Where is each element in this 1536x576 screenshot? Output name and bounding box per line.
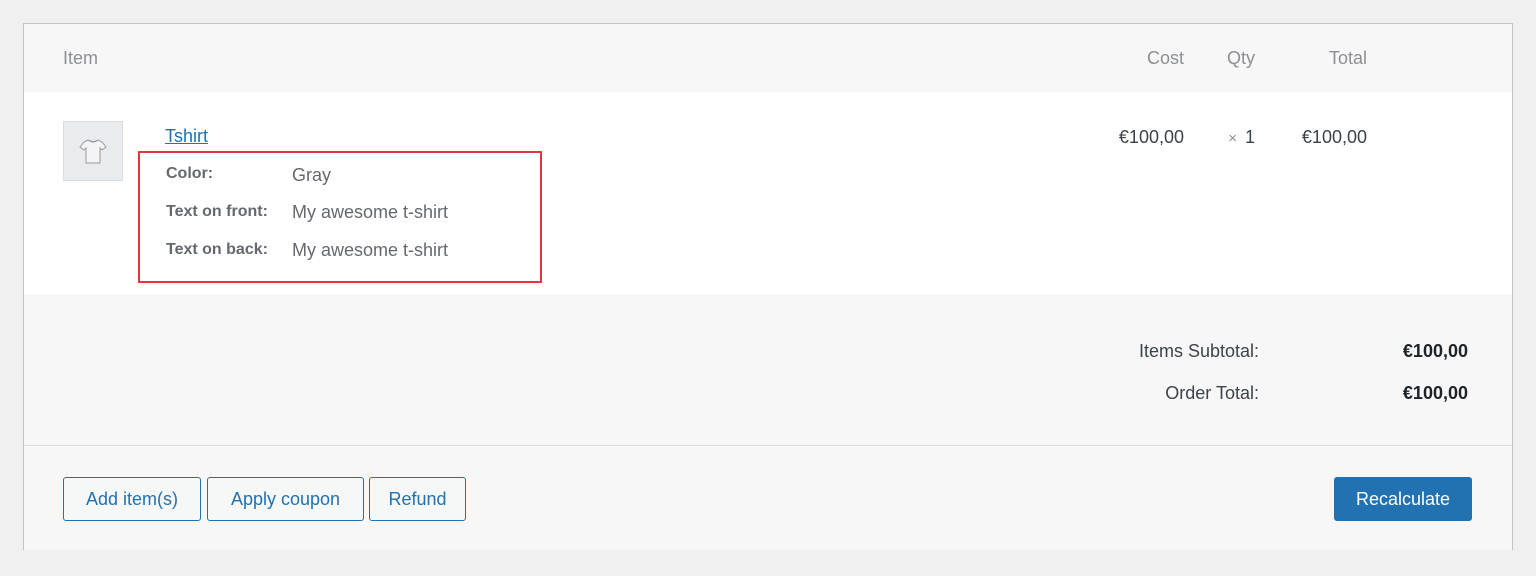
- meta-row-text-back: Text on back: My awesome t-shirt: [166, 240, 448, 260]
- add-items-button[interactable]: Add item(s): [63, 477, 201, 521]
- table-row: Tshirt Color: Gray Text on front: My awe…: [24, 92, 1512, 295]
- order-total-label: Order Total:: [1165, 383, 1259, 403]
- column-header-item: Item: [63, 48, 99, 68]
- order-items-panel: Item Cost Qty Total Tshirt Color: Gray T…: [23, 23, 1513, 550]
- item-qty: × 1: [1228, 127, 1255, 148]
- qty-value: 1: [1244, 127, 1255, 147]
- apply-coupon-button[interactable]: Apply coupon: [207, 477, 364, 521]
- item-total: €100,00: [1301, 127, 1367, 147]
- tshirt-icon: [79, 139, 107, 164]
- meta-key: Color:: [166, 165, 214, 182]
- item-cost: €100,00: [1118, 127, 1184, 147]
- times-sign: ×: [1228, 130, 1237, 147]
- refund-button[interactable]: Refund: [369, 477, 466, 521]
- column-header-cost: Cost: [1146, 48, 1184, 68]
- meta-key: Text on front:: [166, 203, 268, 220]
- meta-row-text-front: Text on front: My awesome t-shirt: [166, 202, 448, 222]
- meta-value: My awesome t-shirt: [292, 202, 449, 222]
- order-totals: Items Subtotal: €100,00 Order Total: €10…: [24, 294, 1512, 446]
- order-total-value: €100,00: [1402, 383, 1468, 403]
- column-header-qty: Qty: [1226, 48, 1255, 68]
- meta-value: My awesome t-shirt: [292, 240, 449, 260]
- product-name-link[interactable]: Tshirt: [165, 126, 208, 147]
- product-thumbnail[interactable]: [63, 121, 123, 181]
- order-actions: Add item(s) Apply coupon Refund Recalcul…: [24, 446, 1512, 550]
- column-header-total: Total: [1328, 48, 1367, 68]
- meta-key: Text on back:: [166, 241, 268, 258]
- meta-row-color: Color: Gray: [166, 165, 331, 185]
- items-subtotal-label: Items Subtotal:: [1138, 341, 1259, 361]
- table-header: Item Cost Qty Total: [24, 24, 1512, 92]
- recalculate-button[interactable]: Recalculate: [1334, 477, 1472, 521]
- meta-value: Gray: [292, 165, 332, 185]
- items-subtotal-value: €100,00: [1402, 341, 1468, 361]
- item-meta-highlight: Color: Gray Text on front: My awesome t-…: [138, 151, 542, 283]
